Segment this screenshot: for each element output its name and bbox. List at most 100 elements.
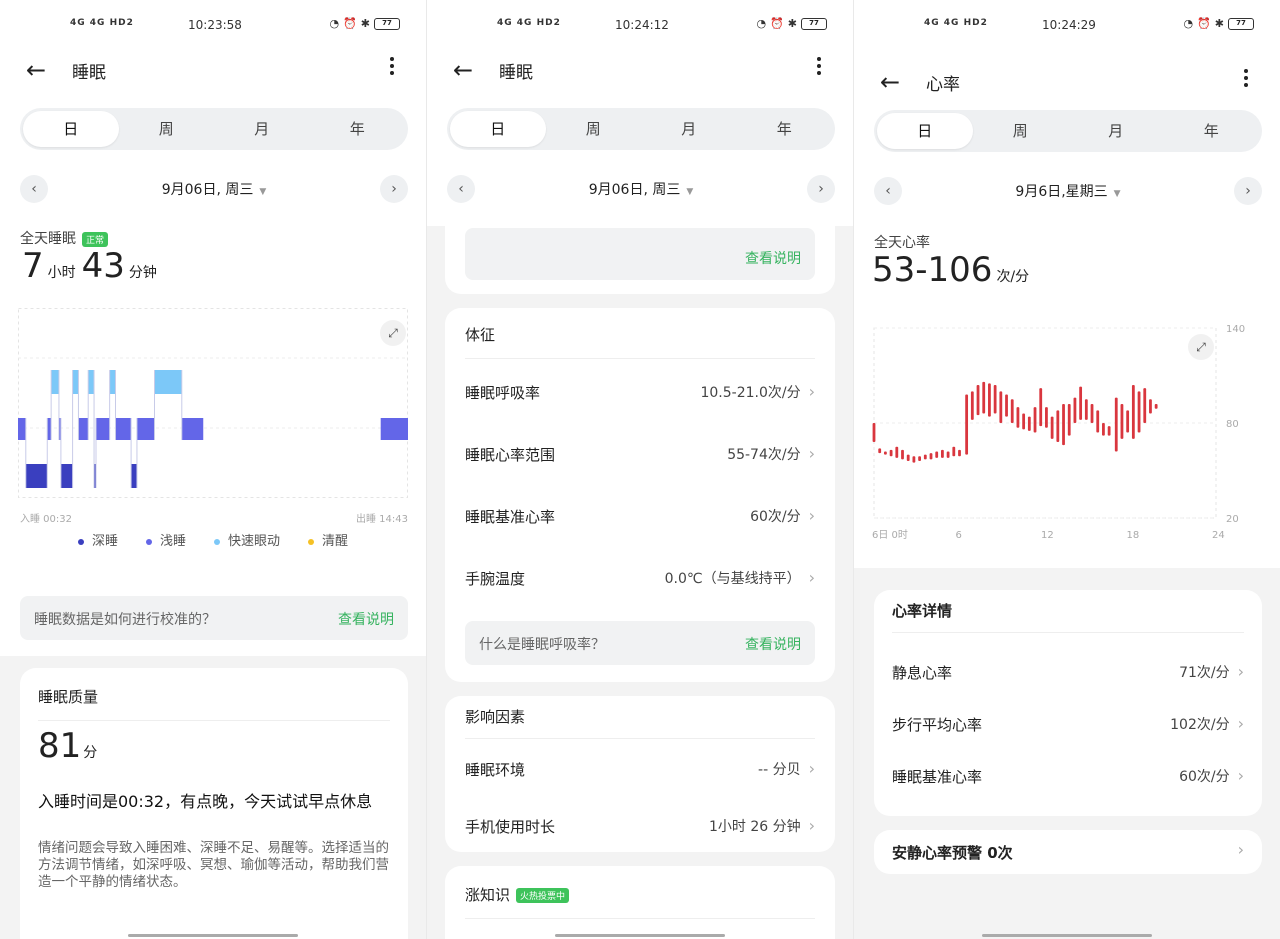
quality-title: 睡眠质量 <box>38 688 99 706</box>
back-arrow-icon[interactable]: ← <box>453 56 473 84</box>
calibration-question: 睡眠数据是如何进行校准的？ <box>34 612 216 628</box>
hr-range-bar <box>872 423 876 442</box>
hr-range-bar <box>946 451 950 458</box>
chevron-right-icon: › <box>808 506 815 525</box>
tab-week[interactable]: 周 <box>119 111 215 147</box>
tab-year[interactable]: 年 <box>1164 113 1260 149</box>
more-menu-icon[interactable] <box>815 54 823 78</box>
sleep-segment <box>115 418 132 440</box>
tab-month[interactable]: 月 <box>214 111 310 147</box>
screen-sleep-details: 4G 4G HD2 10:24:12 ◔ ⏰ ✱ 77 ← 睡眠 日 周 月 年… <box>427 0 853 939</box>
hr-range-bar <box>1067 404 1071 436</box>
hr-range-bar <box>906 454 910 461</box>
tab-month[interactable]: 月 <box>1068 113 1164 149</box>
minutes-unit: 分钟 <box>128 265 157 281</box>
hr-range-bar <box>1149 399 1152 414</box>
chevron-right-icon: › <box>808 816 815 835</box>
hr-range-bar <box>1027 416 1031 431</box>
date-picker[interactable]: 9月6日,星期三 ▼ <box>874 181 1262 201</box>
vital-row-respiration[interactable]: 睡眠呼吸率 10.5-21.0次/分 › <box>465 382 815 406</box>
caret-down-icon: ▼ <box>259 187 267 197</box>
next-day-button[interactable]: › <box>380 175 408 203</box>
sleep-segment <box>136 418 155 440</box>
tab-month[interactable]: 月 <box>641 111 737 147</box>
alert-card[interactable]: 安静心率预警 0次 › <box>874 830 1262 874</box>
hr-range-bar <box>1102 423 1105 436</box>
legend-rem: 快速眼动 <box>214 530 280 549</box>
date-selector: ‹ 9月06日, 周三 ▼ › <box>20 175 408 203</box>
detail-row-resting[interactable]: 静息心率 71次/分 › <box>892 662 1244 686</box>
hr-range-bar <box>941 449 944 458</box>
info-box: 查看说明 <box>465 228 815 280</box>
expand-icon[interactable]: ⤢ <box>1188 334 1214 360</box>
more-menu-icon[interactable] <box>388 54 396 78</box>
chevron-right-icon: › <box>808 759 815 778</box>
sleep-segment <box>47 418 52 440</box>
tab-day[interactable]: 日 <box>877 113 973 149</box>
tab-day[interactable]: 日 <box>23 111 119 147</box>
alert-label: 安静心率预警 0次 <box>892 844 1013 862</box>
vital-row-wrist-temp[interactable]: 手腕温度 0.0℃（与基线持平） › <box>465 568 815 592</box>
bluetooth-icon: ✱ <box>1214 17 1224 30</box>
hr-range-bar <box>929 453 933 460</box>
hr-range-bar <box>935 451 939 458</box>
hr-range-unit: 次/分 <box>996 269 1030 285</box>
sleep-segment <box>109 370 116 394</box>
vital-row-baseline-heart[interactable]: 睡眠基准心率 60次/分 › <box>465 506 815 530</box>
hr-range-value: 53-106 <box>872 250 993 290</box>
respiration-info: 什么是睡眠呼吸率？ 查看说明 <box>465 621 815 665</box>
hr-range-bar <box>889 449 893 457</box>
date-selector: ‹ 9月6日,星期三 ▼ › <box>874 177 1262 205</box>
sleep-segment <box>25 464 48 488</box>
x-tick-label: 24 <box>1212 530 1225 541</box>
hr-range-bar <box>1050 416 1054 439</box>
next-day-button[interactable]: › <box>807 175 835 203</box>
factor-row-phone-usage[interactable]: 手机使用时长 1小时 26 分钟 › <box>465 816 815 840</box>
date-picker[interactable]: 9月06日, 周三 ▼ <box>447 179 835 199</box>
info-link[interactable]: 查看说明 <box>745 248 801 268</box>
detail-row-walking[interactable]: 步行平均心率 102次/分 › <box>892 714 1244 738</box>
back-arrow-icon[interactable]: ← <box>26 56 46 84</box>
hr-range-bar <box>1056 410 1060 442</box>
y-tick-label: 20 <box>1226 514 1239 525</box>
chevron-right-icon: › <box>1237 766 1244 785</box>
alarm-icon: ⏰ <box>343 17 357 30</box>
hr-range-bar <box>1096 410 1100 433</box>
clock: 10:24:29 <box>1042 18 1096 32</box>
hr-range: 53-106 次/分 <box>872 250 1029 290</box>
tab-week[interactable]: 周 <box>546 111 642 147</box>
calibration-link[interactable]: 查看说明 <box>338 609 394 629</box>
hr-range-bar <box>1010 399 1014 423</box>
alarm-icon: ⏰ <box>770 17 784 30</box>
battery-icon: 77 <box>801 17 827 30</box>
clock: 10:23:58 <box>188 18 242 32</box>
vital-row-heart-range[interactable]: 睡眠心率范围 55-74次/分 › <box>465 444 815 468</box>
expand-icon[interactable]: ⤢ <box>380 320 406 346</box>
date-selector: ‹ 9月06日, 周三 ▼ › <box>447 175 835 203</box>
sleep-segment <box>51 370 59 394</box>
dot-icon <box>77 538 84 545</box>
sleep-legend: 深睡 浅睡 快速眼动 清醒 <box>0 530 426 549</box>
tab-week[interactable]: 周 <box>973 113 1069 149</box>
status-bar: 4G 4G HD2 10:24:29 ◔ ⏰ ✱ 77 <box>854 14 1280 38</box>
quality-score-unit: 分 <box>83 745 98 761</box>
date-label: 9月6日,星期三 <box>1015 184 1108 200</box>
back-arrow-icon[interactable]: ← <box>880 68 900 96</box>
more-menu-icon[interactable] <box>1242 66 1250 90</box>
tab-day[interactable]: 日 <box>450 111 546 147</box>
hr-range-bar <box>901 449 904 460</box>
factor-row-environment[interactable]: 睡眠环境 -- 分贝 › <box>465 759 815 783</box>
hr-range-bar <box>1114 397 1118 452</box>
hr-range-bar <box>1107 426 1111 436</box>
tab-year[interactable]: 年 <box>310 111 406 147</box>
detail-row-sleep-baseline[interactable]: 睡眠基准心率 60次/分 › <box>892 766 1244 790</box>
tab-year[interactable]: 年 <box>737 111 833 147</box>
respiration-link[interactable]: 查看说明 <box>745 634 801 654</box>
date-picker[interactable]: 9月06日, 周三 ▼ <box>20 179 408 199</box>
sleep-segment <box>181 418 204 440</box>
next-day-button[interactable]: › <box>1234 177 1262 205</box>
legend-awake: 清醒 <box>308 530 348 549</box>
alarm-icon: ⏰ <box>1197 17 1211 30</box>
y-tick-label: 140 <box>1226 324 1245 335</box>
battery-icon: 77 <box>1228 17 1254 30</box>
